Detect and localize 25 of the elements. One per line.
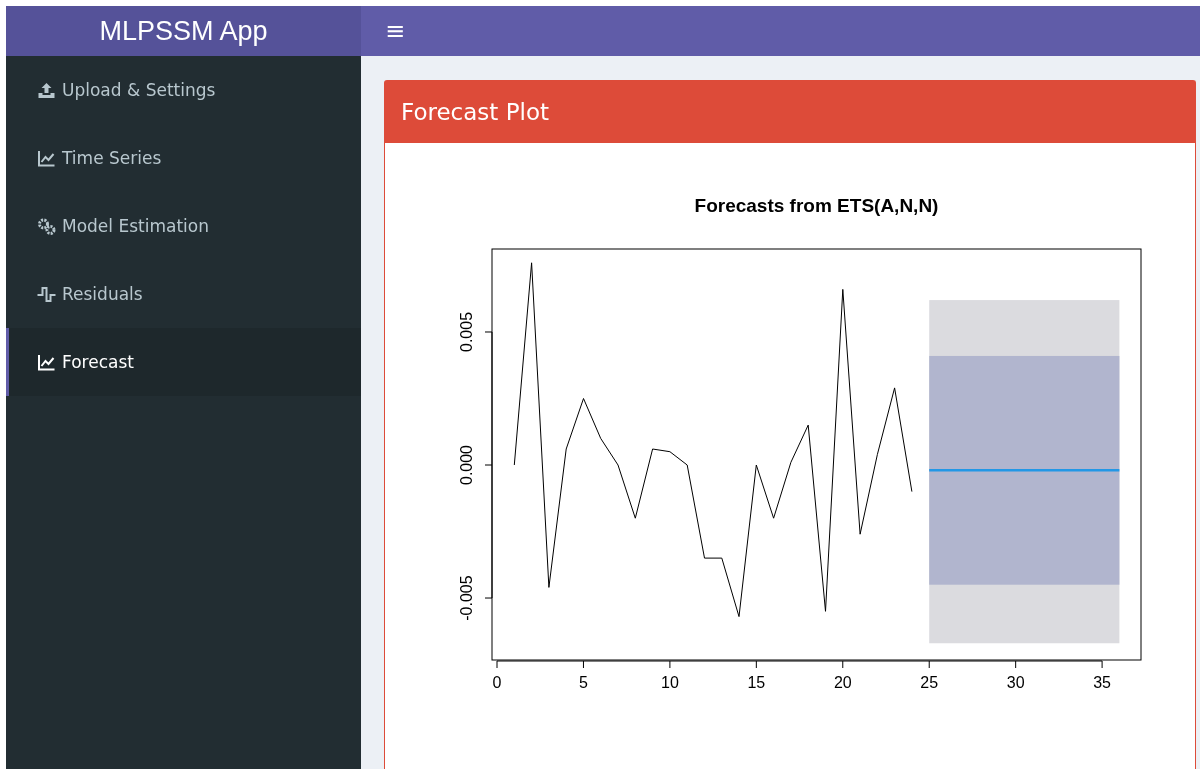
sidebar-item[interactable]: Upload & Settings <box>6 56 361 124</box>
sidebar-item[interactable]: Residuals <box>6 260 361 328</box>
x-tick-label: 10 <box>661 674 679 691</box>
chart-title: Forecasts from ETS(A,N,N) <box>694 195 939 216</box>
x-tick-label: 30 <box>1006 674 1025 691</box>
menu-button[interactable]: ≡ <box>375 19 416 43</box>
sidebar-item[interactable]: Model Estimation <box>6 192 361 260</box>
x-tick-label: 5 <box>579 674 588 691</box>
y-tick-label: -0.005 <box>458 575 475 621</box>
line-chart-icon <box>37 149 56 167</box>
x-tick-label: 35 <box>1093 674 1111 691</box>
x-tick-label: 20 <box>833 674 852 691</box>
y-tick-label: 0.005 <box>458 311 475 352</box>
panel-title: Forecast Plot <box>401 99 549 125</box>
pulse-icon <box>37 285 56 303</box>
x-tick-label: 15 <box>747 674 766 691</box>
app-logo: MLPSSM App <box>6 6 361 56</box>
gears-icon <box>37 217 56 235</box>
sidebar-item[interactable]: Forecast <box>6 328 361 396</box>
y-tick-label: 0.000 <box>458 445 475 486</box>
sidebar-item[interactable]: Time Series <box>6 124 361 192</box>
upload-icon <box>37 81 56 99</box>
x-tick-label: 0 <box>492 674 502 691</box>
x-tick-label: 25 <box>920 674 939 691</box>
line-chart-icon <box>37 353 56 371</box>
